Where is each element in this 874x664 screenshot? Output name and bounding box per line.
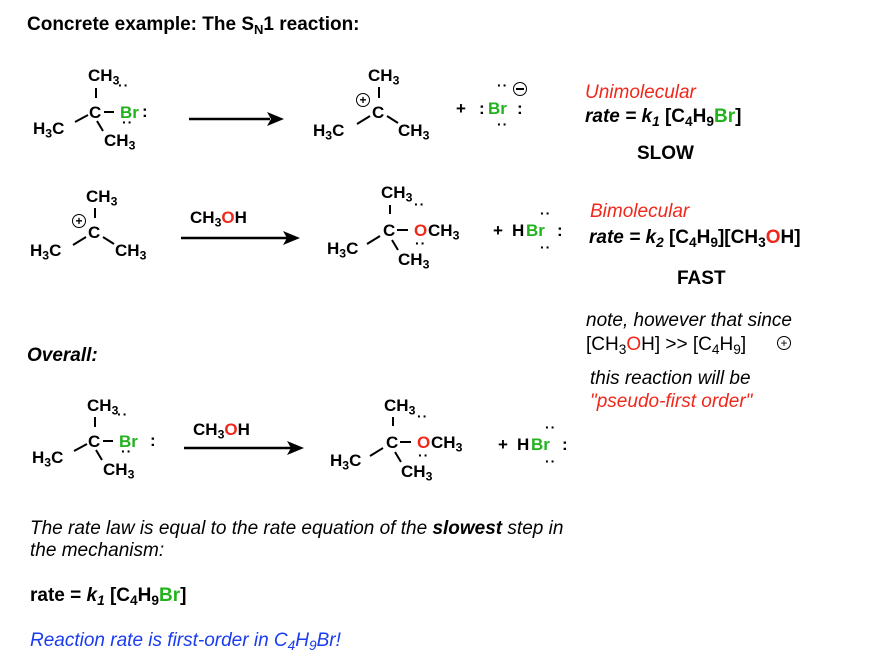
conclusion-line2: the mechanism: <box>30 540 165 561</box>
central-carbon: C <box>386 433 399 452</box>
methyl-top: CH3 <box>88 66 120 88</box>
plus-sign: + <box>493 221 503 240</box>
methyl-left: H3C <box>313 121 345 143</box>
lone-pair-icon: ·· <box>418 447 430 463</box>
conclusion-final: Reaction rate is first-order in C4H9Br! <box>30 630 341 653</box>
step1-label: Unimolecular <box>585 82 696 103</box>
plus-sign: + <box>456 99 466 118</box>
methyl-top: CH3 <box>86 187 118 209</box>
step2-label: Bimolecular <box>590 201 690 222</box>
bromine-atom: Br <box>488 99 507 118</box>
bromine-atom: Br <box>526 221 545 240</box>
lone-pair-icon: : <box>562 435 568 454</box>
note-line3: this reaction will be <box>590 368 751 389</box>
lone-pair-icon: ·· <box>417 408 429 424</box>
methyl-right: CH3 <box>115 241 147 263</box>
positive-charge-icon: + <box>72 214 86 228</box>
positive-charge-icon: + <box>777 336 791 350</box>
lone-pair-icon: ·· <box>497 116 509 132</box>
central-carbon: C <box>88 223 101 242</box>
arrow-step1 <box>189 112 284 126</box>
methyl-bottom: CH3 <box>104 131 136 153</box>
methyl-left: H3C <box>33 119 65 141</box>
hydrogen-atom: H <box>517 435 530 454</box>
step2-speed: FAST <box>677 268 726 289</box>
methyl-top: CH3 <box>87 396 119 418</box>
conclusion-rate-law: rate = k1 [C4H9Br] <box>30 585 187 608</box>
lone-pair-icon: ·· <box>497 77 509 93</box>
arrow-reagent-methanol: CH3OH <box>190 208 247 230</box>
lone-pair-icon: : <box>142 102 148 121</box>
central-carbon: C <box>372 103 385 122</box>
methyl-left: H3C <box>327 239 359 261</box>
reaction-arrows <box>72 87 411 463</box>
lone-pair-icon: ·· <box>122 114 134 130</box>
arrow-overall <box>184 441 304 455</box>
conclusion-line1: The rate law is equal to the rate equati… <box>30 518 564 539</box>
methyl-right: CH3 <box>398 121 430 143</box>
overall-heading: Overall: <box>27 345 98 366</box>
central-carbon: C <box>89 103 102 122</box>
lone-pair-icon: ·· <box>118 77 130 93</box>
methyl-bottom: CH3 <box>398 250 430 272</box>
lone-pair-icon: ·· <box>117 406 129 422</box>
note-line2: [CH3OH] >> [C4H9] <box>586 334 747 357</box>
methyl-top: CH3 <box>368 66 400 88</box>
step1-speed: SLOW <box>637 143 694 164</box>
lone-pair-icon: ·· <box>540 239 552 255</box>
plus-sign: + <box>498 435 508 454</box>
arrow-reagent-methanol: CH3OH <box>193 420 250 442</box>
note-line1: note, however that since <box>586 310 792 331</box>
methyl-top: CH3 <box>381 183 413 205</box>
arrow-step2 <box>181 231 300 245</box>
lone-pair-icon: : <box>517 99 523 118</box>
bromine-atom: Br <box>531 435 550 454</box>
lone-pair-icon: ·· <box>415 235 427 251</box>
methyl-top: CH3 <box>384 396 416 418</box>
lone-pair-icon: ·· <box>545 453 557 469</box>
lone-pair-icon: ·· <box>121 443 133 459</box>
negative-charge-icon <box>513 82 527 96</box>
lone-pair-icon: : <box>557 221 563 240</box>
methyl-left: H3C <box>330 451 362 473</box>
central-carbon: C <box>88 432 101 451</box>
positive-charge-icon: + <box>356 93 370 107</box>
note-line4: "pseudo-first order" <box>590 391 753 412</box>
lone-pair-icon: : <box>150 431 156 450</box>
central-carbon: C <box>383 221 396 240</box>
methyl-left: H3C <box>30 241 62 263</box>
lone-pair-icon: ·· <box>545 419 557 435</box>
methoxy-methyl: CH3 <box>428 221 460 243</box>
lone-pair-icon: : <box>479 99 485 118</box>
methyl-left: H3C <box>32 448 64 470</box>
hydrogen-atom: H <box>512 221 525 240</box>
step2-rate-law: rate = k2 [C4H9][CH3OH] <box>589 227 801 250</box>
methyl-bottom: CH3 <box>103 460 135 482</box>
methyl-bottom: CH3 <box>401 462 433 484</box>
lone-pair-icon: ·· <box>540 205 552 221</box>
step1-rate-law: rate = k1 [C4H9Br] <box>585 106 742 129</box>
methoxy-methyl: CH3 <box>431 433 463 455</box>
lone-pair-icon: ·· <box>414 196 426 212</box>
